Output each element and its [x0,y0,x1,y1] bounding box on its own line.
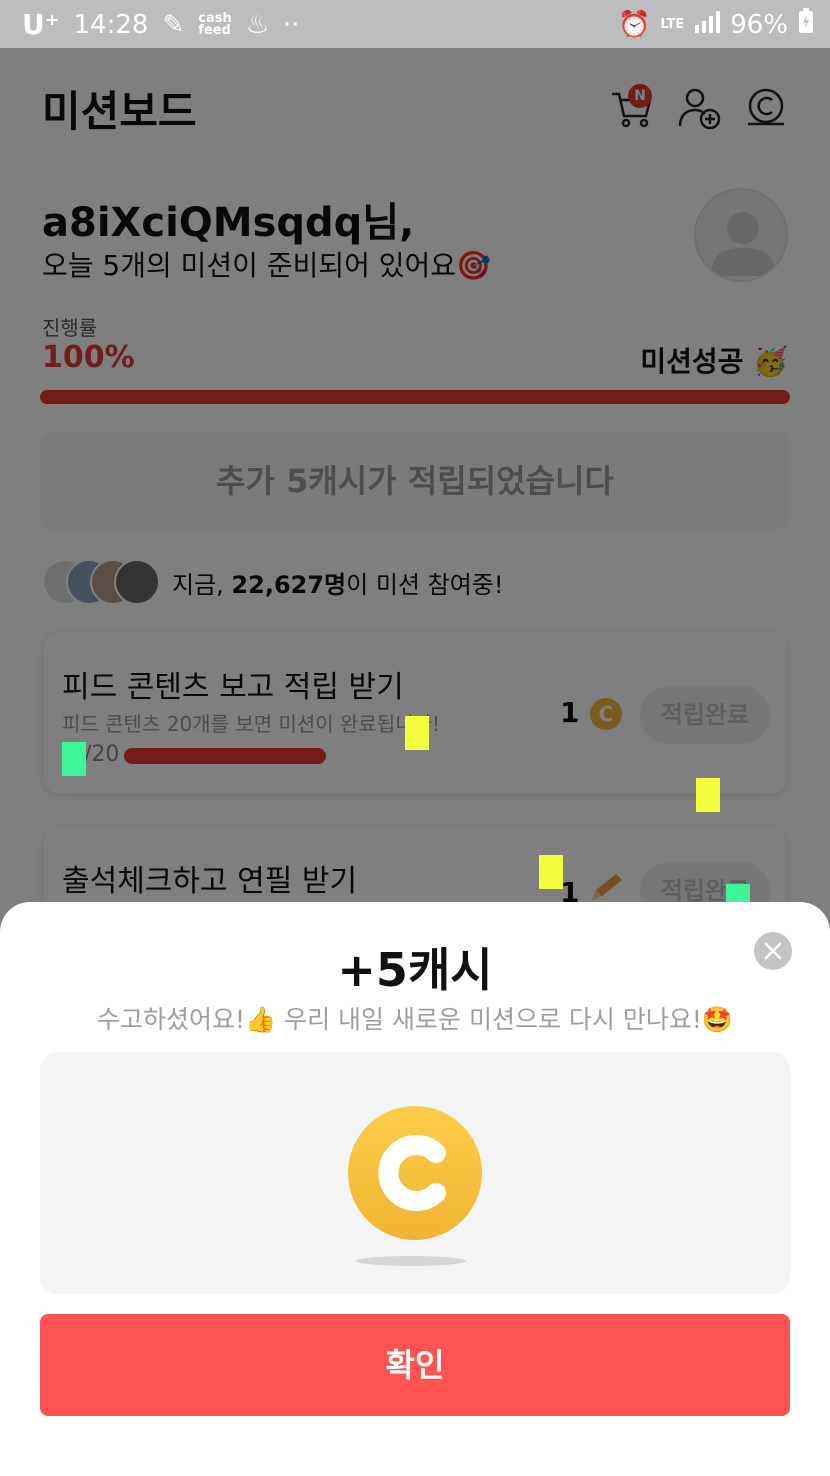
reward-title: +5캐시 [337,943,493,997]
confirm-button[interactable]: 확인 [40,1314,790,1416]
cash-coin-illustration-icon [348,1106,482,1240]
touch-marker [405,716,429,750]
feather-icon: ✎ [162,9,185,40]
close-button[interactable] [754,932,792,970]
status-bar: U⁺ 14:28 ✎ cash feed ♨ ·· ⏰ LTE 96% [0,0,830,48]
coin-shadow [356,1256,466,1266]
touch-marker [696,778,720,812]
notification-app-icon: ♨ [245,9,270,40]
battery-percent: 96% [730,9,788,40]
more-notifications-icon: ·· [283,9,300,40]
alarm-icon: ⏰ [617,9,651,40]
reward-bottom-sheet: +5캐시 수고하셨어요!👍 우리 내일 새로운 미션으로 다시 만나요!🤩 확인 [0,902,830,1476]
signal-icon [694,10,721,40]
coin-illustration-box [40,1052,790,1294]
carrier-label: U⁺ [22,8,60,41]
cashfeed-icon: cash feed [198,12,231,38]
reward-subtitle: 수고하셨어요!👍 우리 내일 새로운 미션으로 다시 만나요!🤩 [97,1005,733,1034]
cashfeed-line2: feed [198,22,231,38]
touch-marker [539,855,563,889]
touch-marker [62,742,86,776]
touch-marker [726,884,750,902]
clock: 14:28 [73,9,149,40]
network-label: LTE [660,16,685,32]
battery-icon [798,8,814,41]
close-icon [764,942,782,960]
